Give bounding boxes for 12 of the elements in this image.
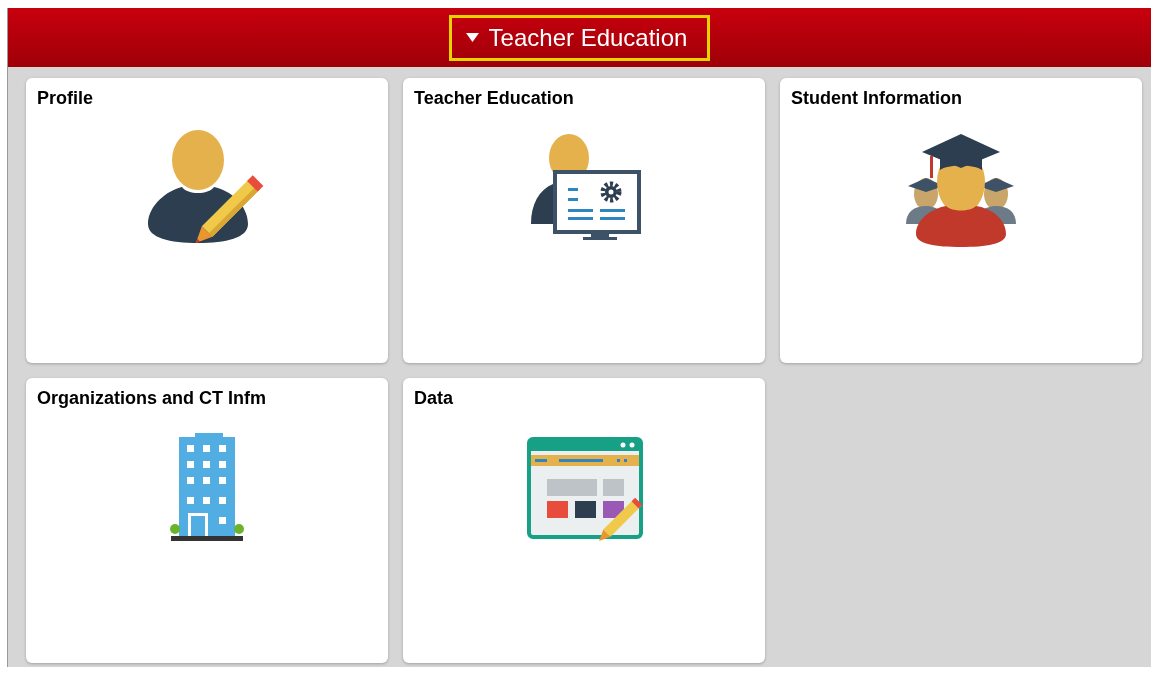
tile-title: Data bbox=[414, 388, 454, 409]
tile[interactable]: Profile bbox=[26, 78, 388, 363]
tile[interactable]: Student Information bbox=[780, 78, 1142, 363]
tile-title: Student Information bbox=[791, 88, 963, 109]
collection-title-button[interactable]: Teacher Education bbox=[448, 14, 711, 61]
tile-title: Organizations and CT Infm bbox=[37, 388, 267, 409]
tile[interactable]: Data bbox=[403, 378, 765, 663]
tile-title: Profile bbox=[37, 88, 94, 109]
tile[interactable]: Teacher Education bbox=[403, 78, 765, 363]
tile-title: Teacher Education bbox=[414, 88, 575, 109]
caret-icon bbox=[465, 33, 479, 42]
tile[interactable]: Organizations and CT Infm bbox=[26, 378, 388, 663]
